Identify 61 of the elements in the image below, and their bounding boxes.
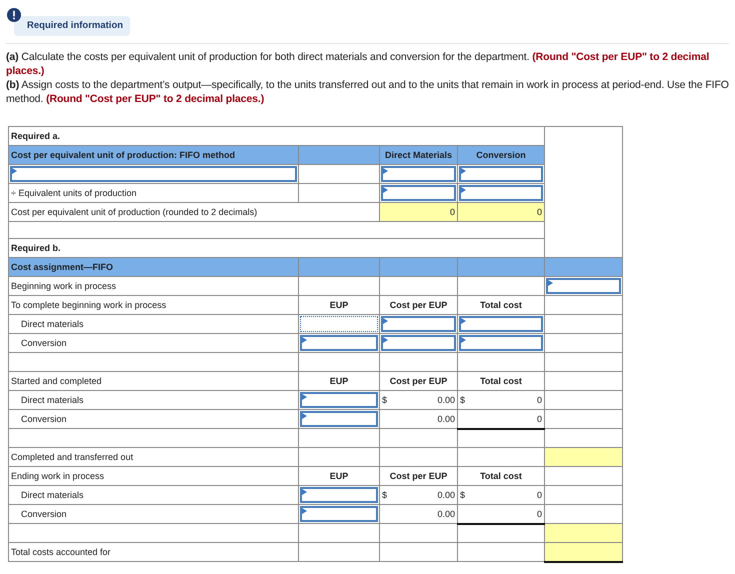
- instruction-text: (a) Calculate the costs per equivalent unit of production for both direct materials and conversion for the department. (Round "Cost per EUP" to 2 decimal places.): [6, 50, 710, 78]
- calculated-value: 0: [380, 202, 458, 222]
- input-field[interactable]: [459, 166, 543, 182]
- input-field[interactable]: [459, 316, 543, 332]
- input-field[interactable]: [459, 185, 543, 202]
- row-label: Direct materials: [8, 314, 298, 334]
- calculated-value: 0: [458, 202, 544, 222]
- column-header: EUP: [298, 296, 380, 315]
- amount-value: 0.00: [437, 394, 455, 406]
- row-label: Conversion: [8, 334, 298, 353]
- column-header: Conversion: [458, 146, 544, 165]
- row-label: Direct materials: [8, 486, 298, 505]
- row-label: Beginning work in process: [8, 276, 298, 296]
- input-field[interactable]: [546, 278, 621, 294]
- input-field[interactable]: [300, 335, 378, 352]
- amount-value: 0: [536, 490, 542, 501]
- column-header: Cost per EUP: [380, 372, 458, 391]
- column-header: Total cost: [458, 466, 544, 486]
- column-header: Direct Materials: [380, 146, 458, 165]
- input-field[interactable]: [300, 316, 378, 332]
- amount-value: 0.00: [437, 508, 455, 520]
- input-field[interactable]: [381, 335, 456, 352]
- instruction-text: (b) Assign costs to the department’s output—specifically, to the units transferred out and to the units that remain in work in process at period-end. Use the FIFO method. (Round "Cost per EUP" to 2 decimal places.): [6, 78, 729, 106]
- amount-value: 0.00: [437, 414, 455, 425]
- input-field[interactable]: [459, 335, 543, 352]
- input-field[interactable]: [300, 392, 378, 408]
- row-label: Conversion: [8, 504, 298, 524]
- row-label: Ending work in process: [8, 466, 298, 486]
- amount-value: 0: [536, 394, 542, 406]
- currency-sign: $: [460, 394, 466, 406]
- input-field[interactable]: [300, 411, 378, 428]
- currency-sign: $: [460, 490, 466, 501]
- input-field[interactable]: [300, 506, 378, 522]
- column-header: Cost per equivalent unit of production: FIFO method: [8, 146, 298, 165]
- row-label: Conversion: [8, 410, 298, 429]
- alert-icon: [7, 8, 21, 22]
- row-label: Direct materials: [8, 390, 298, 410]
- amount-value: 0: [536, 508, 542, 520]
- section-title: Required a.: [8, 126, 298, 146]
- input-field[interactable]: [381, 185, 456, 202]
- row-label: Started and completed: [8, 372, 298, 391]
- column-header: Cost per EUP: [380, 296, 458, 315]
- row-label: To complete beginning work in process: [8, 296, 298, 315]
- currency-sign: $: [382, 394, 388, 406]
- column-header: Total cost: [458, 372, 544, 391]
- input-field[interactable]: [10, 166, 297, 182]
- input-field[interactable]: [381, 166, 456, 182]
- column-header: Total cost: [458, 296, 544, 315]
- column-header: Cost assignment—FIFO: [8, 258, 298, 277]
- input-field[interactable]: [300, 487, 378, 504]
- amount-value: 0.00: [437, 490, 455, 501]
- row-label: Completed and transferred out: [8, 448, 298, 467]
- row-label: Cost per equivalent unit of production (rounded to 2 decimals): [8, 202, 298, 222]
- amount-value: 0: [536, 414, 542, 424]
- column-header: Cost per EUP: [380, 466, 458, 486]
- row-label: Total costs accounted for: [8, 542, 298, 562]
- currency-sign: $: [382, 490, 388, 501]
- input-field[interactable]: [381, 316, 456, 332]
- column-header: EUP: [298, 466, 380, 486]
- column-header: EUP: [298, 372, 380, 391]
- row-label: ÷ Equivalent units of production: [8, 184, 298, 203]
